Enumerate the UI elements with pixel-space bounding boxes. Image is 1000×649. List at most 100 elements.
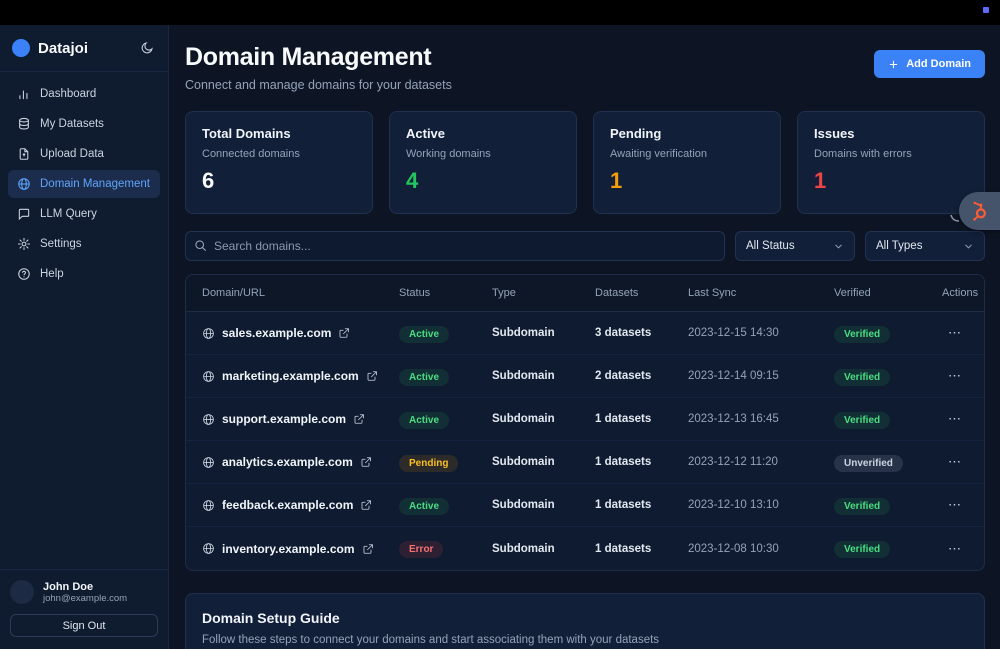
- status-cell: Active: [399, 324, 492, 343]
- nav-item-label: Settings: [40, 238, 82, 250]
- domain-name: inventory.example.com: [222, 542, 355, 556]
- search-input[interactable]: [185, 231, 725, 261]
- row-actions-button[interactable]: ⋯: [942, 539, 968, 559]
- row-actions-button[interactable]: ⋯: [942, 366, 968, 386]
- status-badge: Active: [399, 412, 449, 429]
- sidebar-nav-item[interactable]: LLM Query: [8, 200, 160, 228]
- sign-out-button[interactable]: Sign Out: [10, 614, 158, 637]
- actions-cell: ⋯: [942, 539, 968, 559]
- type-cell: Subdomain: [492, 413, 595, 425]
- status-filter-select[interactable]: All Status: [735, 231, 855, 261]
- col-actions: Actions: [942, 287, 978, 299]
- sidebar-nav-item[interactable]: Domain Management: [8, 170, 160, 198]
- browser-top-strip: [0, 0, 1000, 25]
- stats-row: Total Domains Connected domains 6 Active…: [185, 111, 985, 214]
- external-link-icon[interactable]: [362, 543, 374, 555]
- type-cell: Subdomain: [492, 327, 595, 339]
- globe-icon: [202, 370, 215, 383]
- stat-value: 1: [814, 168, 968, 194]
- sidebar-nav-item[interactable]: My Datasets: [8, 110, 160, 138]
- nav-item-icon: [17, 267, 31, 281]
- domain-cell: feedback.example.com: [202, 498, 399, 512]
- sidebar: Datajoi Dashboard My Datasets Upl: [0, 25, 169, 649]
- actions-cell: ⋯: [942, 409, 968, 429]
- user-name: John Doe: [43, 581, 127, 593]
- datasets-cell: 1 datasets: [595, 499, 688, 511]
- nav-item-icon: [17, 177, 31, 191]
- nav-item-icon: [17, 237, 31, 251]
- verified-badge: Unverified: [834, 455, 903, 472]
- hubspot-sprocket-icon: [969, 200, 991, 222]
- nav-item-icon: [17, 147, 31, 161]
- external-link-icon[interactable]: [338, 327, 350, 339]
- stat-value: 6: [202, 168, 356, 194]
- row-actions-button[interactable]: ⋯: [942, 409, 968, 429]
- row-actions-button[interactable]: ⋯: [942, 495, 968, 515]
- stat-subtitle: Connected domains: [202, 148, 356, 160]
- globe-icon: [202, 542, 215, 555]
- globe-icon: [202, 499, 215, 512]
- add-domain-button[interactable]: Add Domain: [874, 50, 985, 78]
- actions-cell: ⋯: [942, 495, 968, 515]
- row-actions-button[interactable]: ⋯: [942, 452, 968, 472]
- type-cell: Subdomain: [492, 499, 595, 511]
- search-box: [185, 231, 725, 261]
- verified-badge: Verified: [834, 326, 890, 343]
- stat-title: Issues: [814, 126, 968, 141]
- external-link-icon[interactable]: [353, 413, 365, 425]
- user-avatar: [10, 580, 34, 604]
- last-sync-cell: 2023-12-14 09:15: [688, 370, 834, 382]
- sidebar-footer: John Doe john@example.com Sign Out: [0, 569, 168, 649]
- last-sync-cell: 2023-12-12 11:20: [688, 456, 834, 468]
- page-title: Domain Management: [185, 43, 452, 72]
- domain-name: marketing.example.com: [222, 369, 359, 383]
- user-row: John Doe john@example.com: [10, 580, 158, 604]
- verified-cell: Unverified: [834, 453, 942, 472]
- sidebar-nav-item[interactable]: Dashboard: [8, 80, 160, 108]
- datasets-cell: 2 datasets: [595, 370, 688, 382]
- external-link-icon[interactable]: [366, 370, 378, 382]
- status-badge: Active: [399, 326, 449, 343]
- domain-setup-guide: Domain Setup Guide Follow these steps to…: [185, 593, 985, 649]
- type-cell: Subdomain: [492, 456, 595, 468]
- plus-icon: [888, 59, 899, 70]
- verified-cell: Verified: [834, 367, 942, 386]
- hubspot-widget-button[interactable]: [959, 192, 1000, 230]
- theme-toggle-button[interactable]: [138, 39, 156, 57]
- extension-dot: [983, 7, 989, 13]
- col-status: Status: [399, 287, 492, 299]
- domains-table: Domain/URL Status Type Datasets Last Syn…: [185, 274, 985, 571]
- stat-card: Issues Domains with errors 1: [797, 111, 985, 214]
- nav-item-label: LLM Query: [40, 208, 97, 220]
- nav-item-label: Help: [40, 268, 64, 280]
- chevron-down-icon: [833, 241, 844, 252]
- status-cell: Active: [399, 367, 492, 386]
- domain-name: feedback.example.com: [222, 498, 353, 512]
- datasets-cell: 1 datasets: [595, 413, 688, 425]
- domain-cell: marketing.example.com: [202, 369, 399, 383]
- external-link-icon[interactable]: [360, 456, 372, 468]
- table-body: sales.example.com Active Subdomain 3 dat…: [186, 312, 984, 570]
- sidebar-nav-item[interactable]: Upload Data: [8, 140, 160, 168]
- external-link-icon[interactable]: [360, 499, 372, 511]
- verified-cell: Verified: [834, 410, 942, 429]
- row-actions-button[interactable]: ⋯: [942, 323, 968, 343]
- last-sync-cell: 2023-12-15 14:30: [688, 327, 834, 339]
- table-row: marketing.example.com Active Subdomain 2…: [186, 355, 984, 398]
- chevron-down-icon: [963, 241, 974, 252]
- brand-name: Datajoi: [38, 40, 138, 57]
- type-filter-select[interactable]: All Types: [865, 231, 985, 261]
- guide-subtitle: Follow these steps to connect your domai…: [202, 634, 968, 646]
- sidebar-nav-item[interactable]: Help: [8, 260, 160, 288]
- nav-item-label: Upload Data: [40, 148, 104, 160]
- sidebar-nav: Dashboard My Datasets Upload Data Domain…: [0, 72, 168, 569]
- last-sync-cell: 2023-12-13 16:45: [688, 413, 834, 425]
- status-cell: Error: [399, 539, 492, 558]
- nav-item-icon: [17, 117, 31, 131]
- datasets-cell: 1 datasets: [595, 543, 688, 555]
- verified-badge: Verified: [834, 498, 890, 515]
- stat-card: Total Domains Connected domains 6: [185, 111, 373, 214]
- stat-title: Pending: [610, 126, 764, 141]
- type-cell: Subdomain: [492, 370, 595, 382]
- sidebar-nav-item[interactable]: Settings: [8, 230, 160, 258]
